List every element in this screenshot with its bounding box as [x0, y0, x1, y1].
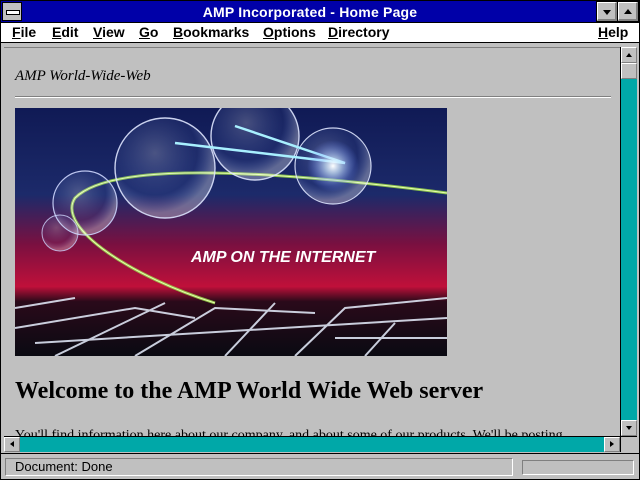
maximize-arrow-icon: [624, 9, 632, 14]
vertical-scrollbar[interactable]: [620, 47, 637, 436]
scroll-up-arrow-icon[interactable]: [621, 47, 637, 63]
document-view[interactable]: AMP World-Wide-Web AMP ON THE INTERNET W…: [4, 47, 620, 436]
menu-file[interactable]: File: [12, 24, 36, 41]
horizontal-rule: [15, 96, 611, 98]
status-bar: Document: Done: [1, 453, 639, 479]
scroll-left-arrow-icon[interactable]: [4, 437, 20, 452]
banner-text: AMP ON THE INTERNET: [190, 249, 377, 266]
horizontal-scrollbar[interactable]: [4, 436, 620, 452]
minimize-arrow-icon: [603, 10, 611, 15]
status-text: Document: Done: [5, 458, 513, 476]
vertical-scroll-thumb[interactable]: [621, 63, 637, 79]
site-title: AMP World-Wide-Web: [15, 68, 151, 84]
progress-indicator: [522, 460, 634, 475]
minimize-button[interactable]: [596, 1, 618, 22]
menu-view[interactable]: View: [93, 24, 125, 41]
scroll-down-arrow-icon[interactable]: [621, 420, 637, 436]
banner-image[interactable]: AMP ON THE INTERNET: [15, 108, 447, 356]
menu-go[interactable]: Go: [139, 24, 158, 41]
menu-directory[interactable]: Directory: [328, 24, 389, 41]
menu-edit[interactable]: Edit: [52, 24, 78, 41]
menu-bar: File Edit View Go Bookmarks Options Dire…: [1, 23, 639, 43]
menu-options[interactable]: Options: [263, 24, 316, 41]
title-bar[interactable]: AMP Incorporated - Home Page: [1, 1, 639, 23]
menu-bookmarks[interactable]: Bookmarks: [173, 24, 249, 41]
intro-paragraph: You'll find information here about our c…: [15, 428, 563, 436]
browser-window: AMP Incorporated - Home Page File Edit V…: [0, 0, 640, 480]
maximize-button[interactable]: [617, 1, 639, 22]
scrollbar-corner: [620, 436, 637, 452]
window-title: AMP Incorporated - Home Page: [202, 4, 418, 20]
scroll-right-arrow-icon[interactable]: [604, 437, 620, 452]
system-menu-button[interactable]: [2, 2, 22, 21]
menu-help[interactable]: Help: [598, 24, 628, 41]
page-heading: Welcome to the AMP World Wide Web server: [15, 378, 484, 404]
